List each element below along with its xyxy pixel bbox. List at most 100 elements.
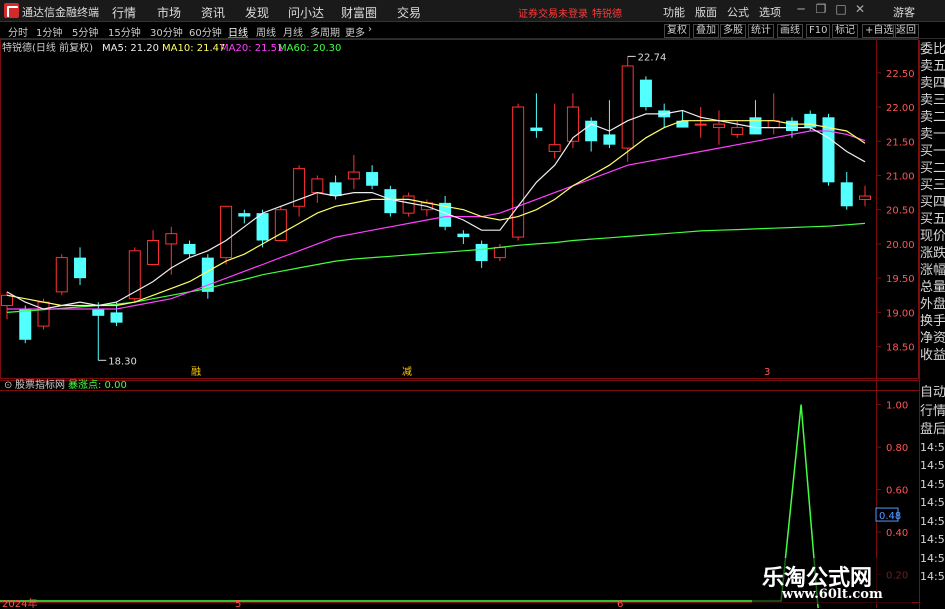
panel-label[interactable]: 买五 (920, 212, 945, 228)
candle[interactable] (347, 154, 360, 190)
period-daily[interactable]: 日线 (228, 24, 248, 39)
period-monthly[interactable]: 月线 (283, 24, 303, 39)
panel-label[interactable]: 买一 (920, 144, 945, 160)
tool-draw[interactable]: 画线 (777, 24, 803, 38)
candle[interactable] (311, 175, 324, 203)
menu-news[interactable]: 资讯 (201, 4, 225, 21)
candle[interactable] (183, 240, 196, 258)
maximize-icon[interactable]: □ (832, 2, 850, 19)
period-1min[interactable]: 1分钟 (36, 24, 62, 39)
menu-layout[interactable]: 版面 (695, 4, 717, 20)
candle[interactable] (767, 93, 780, 135)
candle[interactable] (55, 254, 68, 296)
menu-ask[interactable]: 问小达 (288, 4, 324, 21)
panel-label[interactable]: 涨幅 (920, 263, 945, 279)
more-arrow-icon[interactable]: › (368, 24, 372, 35)
tool-multi-stock[interactable]: 多股 (720, 24, 746, 38)
candle[interactable] (238, 209, 251, 224)
candle[interactable] (658, 103, 671, 128)
panel-label[interactable]: 卖五 (920, 59, 945, 75)
panel-label[interactable]: 现价 (920, 229, 945, 245)
candle[interactable] (366, 165, 379, 190)
menu-market[interactable]: 市场 (157, 4, 181, 21)
panel-label[interactable]: 买三 (920, 178, 945, 194)
candle[interactable] (220, 205, 233, 265)
candle[interactable] (512, 103, 525, 241)
candle[interactable] (74, 247, 87, 286)
xaxis-may: 5 (235, 599, 241, 609)
panel-label[interactable]: 收益 (920, 348, 945, 364)
candle[interactable] (859, 185, 871, 207)
candle[interactable] (530, 93, 543, 138)
candle-body-up (548, 144, 561, 153)
menu-market-quotes[interactable]: 行情 (112, 4, 136, 21)
panel-label[interactable]: 换手 (920, 314, 945, 330)
tool-stats[interactable]: 统计 (748, 24, 774, 38)
tool-adjust[interactable]: 复权 (664, 24, 690, 38)
candle[interactable] (621, 56, 634, 162)
panel-label[interactable]: 买二 (920, 161, 945, 177)
panel-label[interactable]: 卖一 (920, 127, 945, 143)
panel-label[interactable]: 委比 (920, 42, 945, 58)
tool-overlay[interactable]: 叠加 (693, 24, 719, 38)
candle[interactable] (293, 165, 306, 217)
candle[interactable] (749, 100, 762, 135)
sub-settings-icon[interactable]: ⊙ (4, 380, 12, 391)
candle[interactable] (603, 100, 616, 149)
menu-options[interactable]: 选项 (759, 4, 781, 20)
period-weekly[interactable]: 周线 (256, 24, 276, 39)
candle[interactable] (457, 230, 470, 244)
menu-trade[interactable]: 交易 (397, 4, 421, 21)
candle[interactable] (147, 230, 160, 265)
tool-mark[interactable]: 标记 (832, 24, 858, 38)
panel-label[interactable]: 买四 (920, 195, 945, 211)
tool-add-watchlist[interactable]: +自选 (862, 24, 897, 38)
menu-formula[interactable]: 公式 (727, 4, 749, 20)
tool-f10[interactable]: F10 (806, 24, 831, 38)
candle-body-down (238, 213, 251, 217)
minimize-icon[interactable]: ─ (792, 2, 810, 19)
panel-label[interactable]: 卖四 (920, 76, 945, 92)
candle[interactable] (92, 302, 105, 361)
user-guest[interactable]: 游客 (893, 4, 915, 20)
candle[interactable] (840, 172, 853, 210)
restore-icon[interactable]: ❐ (812, 2, 830, 19)
panel-lower-item: 盘后 (920, 422, 945, 437)
login-notice[interactable]: 证券交易未登录 (518, 5, 588, 20)
candle[interactable] (201, 254, 214, 299)
panel-label[interactable]: 卖三 (920, 93, 945, 109)
candle[interactable] (384, 185, 397, 217)
period-5min[interactable]: 5分钟 (72, 24, 98, 39)
candle[interactable] (566, 93, 579, 149)
indicator-name[interactable]: 股票指标网 (15, 378, 65, 391)
chart-area[interactable]: 特锐德(日线 前复权) MA5: 21.20 MA10: 21.47 MA20:… (0, 39, 945, 609)
candle[interactable] (639, 76, 652, 111)
candle[interactable] (712, 110, 725, 145)
panel-label[interactable]: 卖二 (920, 110, 945, 126)
candle[interactable] (585, 117, 598, 152)
candle-body-down (329, 182, 342, 197)
menu-discover[interactable]: 发现 (245, 4, 269, 21)
candle[interactable] (548, 103, 561, 159)
period-30min[interactable]: 30分钟 (150, 24, 183, 39)
close-icon[interactable]: ✕ (851, 2, 869, 19)
candle[interactable] (475, 240, 488, 268)
candle-body-down (110, 312, 123, 323)
menu-wealth-circle[interactable]: 财富圈 (341, 4, 377, 21)
panel-label[interactable]: 涨跌 (920, 246, 945, 262)
period-60min[interactable]: 60分钟 (189, 24, 222, 39)
panel-label[interactable]: 总量 (920, 280, 945, 296)
candle[interactable] (676, 110, 689, 128)
panel-label[interactable]: 外盘 (920, 297, 945, 313)
menu-function[interactable]: 功能 (663, 4, 685, 20)
period-multi[interactable]: 多周期 (310, 24, 340, 39)
panel-label[interactable]: 净资 (920, 331, 945, 347)
tool-back[interactable]: 返回 (893, 24, 919, 38)
period-tick[interactable]: 分时 (8, 24, 28, 39)
candle[interactable] (402, 192, 415, 217)
candle[interactable] (822, 113, 835, 186)
period-more[interactable]: 更多 (345, 24, 365, 39)
candle[interactable] (694, 107, 707, 138)
period-15min[interactable]: 15分钟 (108, 24, 141, 39)
candlestick-series[interactable] (1, 56, 871, 361)
